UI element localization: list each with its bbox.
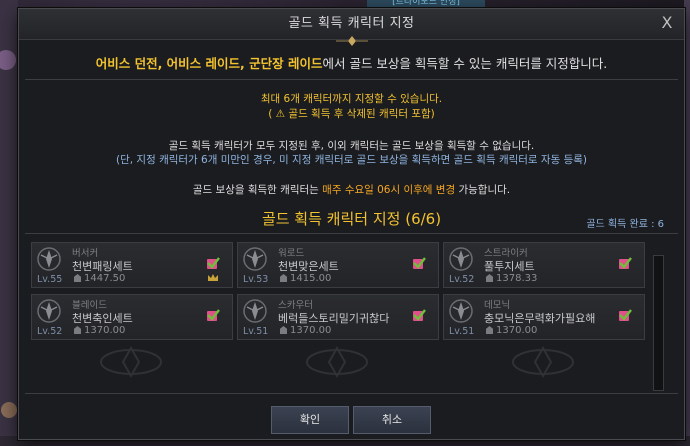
warning-note: ( ⚠ 골드 획득 후 삭제된 캐릭터 포함)	[268, 108, 435, 120]
character-name: 천변맞은세트	[278, 260, 339, 273]
scouter-class-icon	[243, 299, 267, 323]
character-card[interactable]: 스카우터 베럭들스토리밀기귀찮다 Lv.51 1370.00	[237, 294, 439, 340]
character-name: 천변축인세트	[72, 312, 133, 325]
divider	[25, 393, 678, 394]
character-name: 베럭들스토리밀기귀찮다	[278, 312, 390, 325]
close-button[interactable]: X	[658, 14, 676, 32]
gold-complete-count: 골드 획득 완료 : 6	[586, 219, 664, 230]
character-level: Lv.53	[243, 274, 269, 285]
item-level-value: 1378.33	[496, 273, 538, 284]
class-name: 버서커	[72, 248, 99, 259]
item-level: 1370.00	[280, 325, 331, 336]
item-level-icon	[486, 274, 493, 282]
class-name: 스카우터	[278, 300, 313, 311]
warlord-class-icon	[243, 247, 267, 271]
character-card[interactable]: 데모닉 충모닉은무력화가필요해 Lv.51 1370.00	[443, 294, 645, 340]
character-level: Lv.55	[37, 274, 63, 285]
gold-earned-check-icon	[413, 309, 426, 321]
change-highlight: 매주 수요일 06시 이후에 변경	[322, 184, 456, 196]
gold-earned-check-icon	[207, 257, 220, 269]
intro-content-list: 어비스 던전, 어비스 레이드, 군단장 레이드	[95, 56, 323, 71]
gold-character-dialog: 골드 획득 캐릭터 지정 X 어비스 던전, 어비스 레이드, 군단장 레이드에…	[18, 8, 685, 440]
change-prefix: 골드 보상을 획득한 캐릭터는	[192, 184, 323, 196]
character-name: 천변패링세트	[72, 260, 133, 273]
character-card[interactable]: 블레이드 천변축인세트 Lv.52 1370.00	[31, 294, 233, 340]
crown-icon	[208, 274, 218, 281]
character-level: Lv.51	[243, 326, 269, 337]
item-level: 1370.00	[486, 325, 537, 336]
item-level-icon	[486, 326, 493, 334]
item-level-value: 1370.00	[84, 325, 126, 336]
class-name: 블레이드	[72, 300, 107, 311]
item-level: 1415.00	[280, 273, 331, 284]
striker-class-icon	[449, 247, 473, 271]
item-level: 1447.50	[74, 273, 125, 284]
item-level-icon	[74, 326, 81, 334]
item-level: 1370.00	[74, 325, 125, 336]
gold-earned-check-icon	[207, 309, 220, 321]
item-level-icon	[280, 326, 287, 334]
title-ornament-icon	[336, 36, 368, 46]
gold-earned-check-icon	[619, 309, 632, 321]
blade-class-icon	[37, 299, 61, 323]
item-level-value: 1447.50	[84, 273, 126, 284]
class-name: 스트라이커	[484, 248, 528, 259]
auto-register-note: (단, 지정 캐릭터가 6개 미만인 경우, 미 지정 캐릭터로 골드 보상을 …	[115, 154, 587, 166]
berserker-class-icon	[37, 247, 61, 271]
character-name: 충모닉은무력화가필요해	[484, 312, 596, 325]
item-level-value: 1370.00	[290, 325, 332, 336]
character-name: 풀투지세트	[484, 260, 535, 273]
divider	[25, 233, 678, 234]
class-name: 데모닉	[484, 300, 511, 311]
intro-text: 어비스 던전, 어비스 레이드, 군단장 레이드에서 골드 보상을 획득할 수 …	[19, 53, 684, 72]
class-name: 워로드	[278, 248, 305, 259]
demonic-class-icon	[449, 299, 473, 323]
item-level-icon	[280, 274, 287, 282]
list-scrollbar[interactable]	[653, 255, 664, 391]
all-set-note: 골드 획득 캐릭터가 모두 지정된 후, 이외 캐릭터는 골드 보상을 획득할 …	[168, 140, 535, 152]
change-note: 골드 보상을 획득한 캐릭터는 매주 수요일 06시 이후에 변경 가능합니다.	[19, 183, 684, 198]
empty-slot-emblem-icon	[512, 345, 574, 379]
divider	[25, 79, 678, 80]
gold-earned-check-icon	[619, 257, 632, 269]
intro-rest: 에서 골드 보상을 획득할 수 있는 캐릭터를 지정합니다.	[322, 56, 608, 71]
confirm-button[interactable]: 확인	[271, 406, 349, 434]
section-title: 골드 획득 캐릭터 지정 (6/6)	[261, 210, 442, 228]
change-suffix: 가능합니다.	[455, 184, 511, 196]
empty-slot-emblem-icon	[100, 345, 162, 379]
item-level-value: 1370.00	[496, 325, 538, 336]
character-card[interactable]: 스트라이커 풀투지세트 Lv.52 1378.33	[443, 242, 645, 288]
empty-slot-emblem-icon	[306, 345, 368, 379]
character-card[interactable]: 워로드 천변맞은세트 Lv.53 1415.00	[237, 242, 439, 288]
dialog-title: 골드 획득 캐릭터 지정	[288, 16, 415, 31]
character-card[interactable]: 버서커 천변패링세트 Lv.55 1447.50	[31, 242, 233, 288]
character-level: Lv.51	[449, 326, 475, 337]
character-grid: 버서커 천변패링세트 Lv.55 1447.50 워로드 천변맞은세트 Lv.53 1415.…	[31, 242, 647, 388]
gold-earned-check-icon	[413, 257, 426, 269]
item-level: 1378.33	[486, 273, 537, 284]
character-level: Lv.52	[37, 326, 63, 337]
max-note: 최대 6개 캐릭터까지 지정할 수 있습니다.	[260, 93, 443, 105]
item-level-icon	[74, 274, 81, 282]
item-level-value: 1415.00	[290, 273, 332, 284]
character-level: Lv.52	[449, 274, 475, 285]
cancel-button[interactable]: 취소	[353, 406, 431, 434]
